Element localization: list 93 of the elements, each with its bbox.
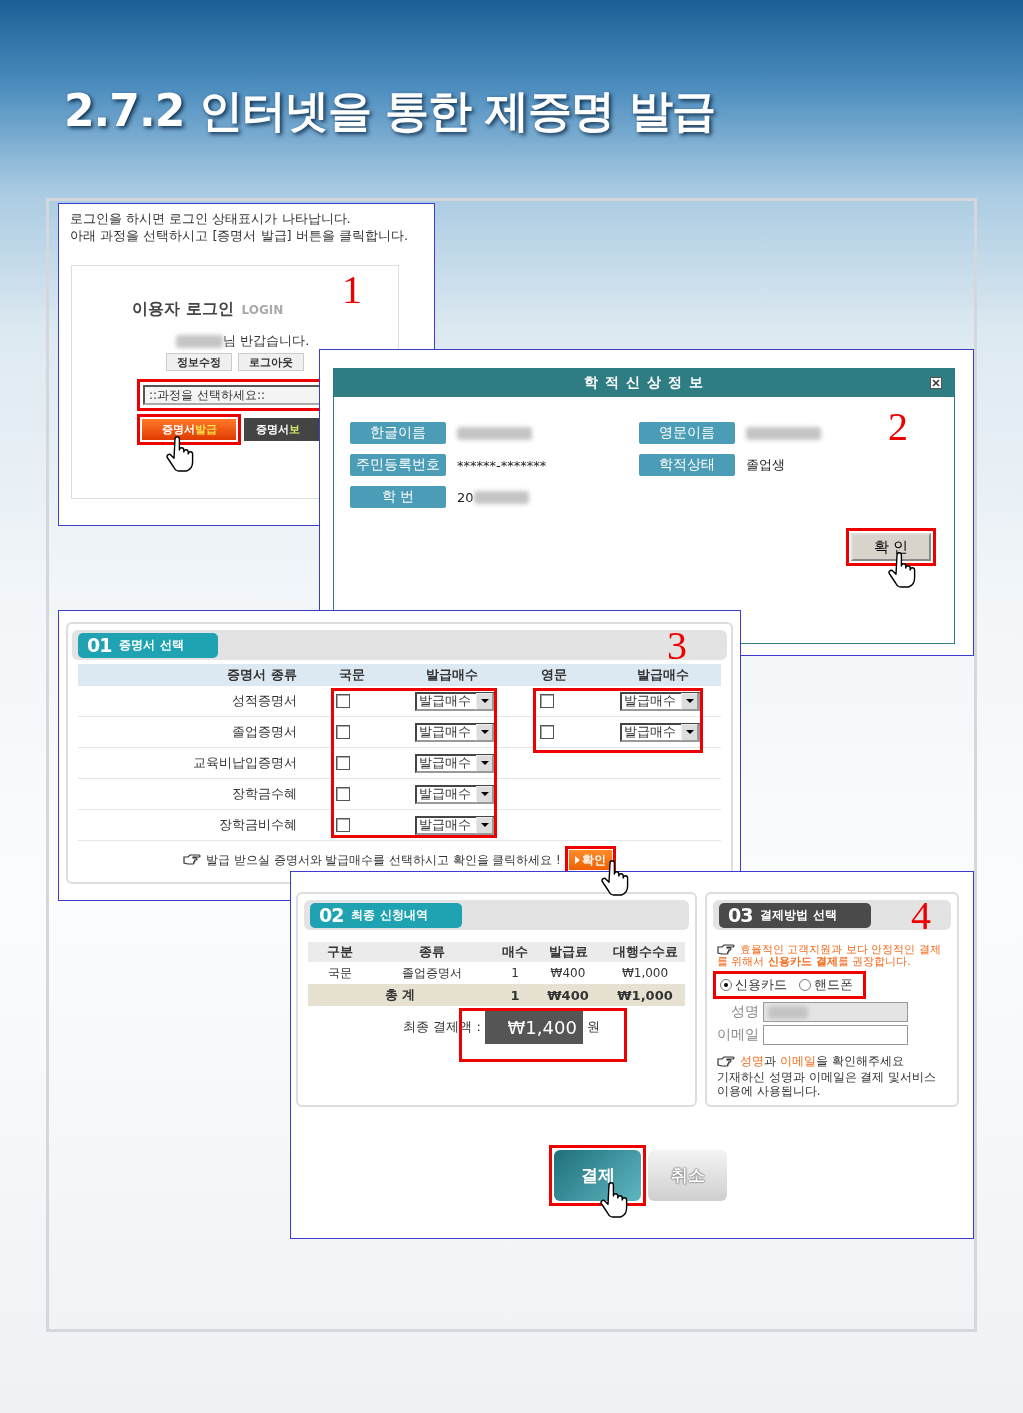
copies-dropdown[interactable]: 발급매수 <box>415 753 495 773</box>
column-header: 매수 <box>501 943 529 961</box>
section-number: 02 <box>319 904 344 926</box>
field-label: 주민등록번호 <box>350 454 446 476</box>
column-header: 종류 <box>418 943 446 961</box>
login-subheading: LOGIN <box>241 303 284 317</box>
section-number: 03 <box>728 904 753 926</box>
column-header: 증명서 종류 <box>226 666 298 684</box>
instruction-text: 발급 받으실 증명서와 발급매수를 선택하시고 확인을 클릭하세요 ! <box>183 852 561 868</box>
field-value: 20 <box>457 489 474 505</box>
caret-icon <box>480 730 489 734</box>
hand-cursor-icon <box>166 436 196 474</box>
check-note: 성명과 이메일을 확인해주세요 <box>713 1053 951 1070</box>
field-label: 이메일 <box>716 1026 759 1044</box>
copies-dropdown[interactable]: 발급매수 <box>620 691 700 711</box>
field-value: 졸업생 <box>746 456 785 474</box>
hand-cursor-icon <box>888 552 918 590</box>
table-cell-text: ₩400 <box>549 966 587 980</box>
table-cell-text: 졸업증명서 <box>231 723 298 741</box>
radio-label: 신용카드 <box>735 976 787 994</box>
instruction-text: 아래 과정을 선택하시고 [증명서 발급] 버튼을 클릭합니다. <box>70 227 409 244</box>
checkbox[interactable] <box>336 694 350 708</box>
copies-dropdown[interactable]: 발급매수 <box>415 722 495 742</box>
pointing-hand-icon <box>183 854 203 866</box>
table-cell-text: 성적증명서 <box>231 692 298 710</box>
column-header: 국문 <box>337 666 366 684</box>
copies-dropdown[interactable]: 발급매수 <box>620 722 700 742</box>
step-number: 3 <box>667 626 687 666</box>
copies-dropdown[interactable]: 발급매수 <box>415 691 495 711</box>
table-cell-text: 장학금수혜 <box>231 785 298 803</box>
table-cell-text: 졸업증명서 <box>401 964 463 982</box>
field-label: 학 번 <box>350 486 446 508</box>
copies-dropdown[interactable]: 발급매수 <box>415 815 495 835</box>
total-amount: ₩1,400 <box>484 1010 583 1044</box>
caret-icon <box>480 699 489 703</box>
greeting-text: 님 반갑습니다. <box>223 332 310 350</box>
triangle-icon <box>574 856 580 864</box>
currency-unit: 원 <box>586 1018 600 1036</box>
column-header: 구분 <box>326 943 354 961</box>
caret-icon <box>685 730 694 734</box>
checkbox[interactable] <box>336 725 350 739</box>
checkbox[interactable] <box>336 818 350 832</box>
table-cell-text: 1 <box>510 966 520 980</box>
account-button[interactable]: 정보수정 <box>166 353 232 371</box>
table-cell-text: ₩1,000 <box>616 987 674 1003</box>
field-label: 학적상태 <box>639 454 735 476</box>
table-cell-text: ₩400 <box>546 987 590 1003</box>
checkbox[interactable] <box>336 756 350 770</box>
table-cell-text: 장학금비수혜 <box>218 816 298 834</box>
pointing-hand-icon <box>717 1055 736 1068</box>
caret-icon <box>480 761 489 765</box>
field-label: 성명 <box>730 1003 759 1021</box>
column-header: 발급매수 <box>636 666 690 684</box>
section-number: 01 <box>87 634 112 656</box>
checkbox[interactable] <box>540 694 554 708</box>
caret-icon <box>480 792 489 796</box>
close-icon <box>930 377 942 389</box>
table-cell-text: 1 <box>509 987 521 1003</box>
dialog-title: 학 적 신 상 정 보 <box>584 374 704 392</box>
section-title: 결제방법 선택 <box>760 906 837 924</box>
instruction-text: 로그인을 하시면 로그인 상태표시가 나타납니다. <box>70 210 351 227</box>
radio-label: 핸드폰 <box>814 976 853 994</box>
column-header: 발급매수 <box>424 666 479 684</box>
caret-icon <box>480 823 489 827</box>
step-number: 1 <box>342 270 362 310</box>
radio-button[interactable] <box>720 979 732 991</box>
radio-button[interactable] <box>799 979 811 991</box>
slide-title: 2.7.2 인터넷을 통한 제증명 발급 <box>64 84 715 138</box>
section-title: 증명서 선택 <box>119 636 184 654</box>
section-title: 최종 신청내역 <box>351 906 428 924</box>
column-header: 대행수수료 <box>611 943 679 961</box>
hand-cursor-icon <box>600 1182 630 1220</box>
field-label: 영문이름 <box>639 422 735 444</box>
usage-note: 기재하신 성명과 이메일은 결제 및서비스 이용에 사용됩니다. <box>716 1070 938 1098</box>
table-cell-text: 교육비납입증명서 <box>192 754 298 772</box>
pointing-hand-icon <box>717 944 736 956</box>
table-cell-text: ₩1,000 <box>620 966 670 980</box>
table-cell-text: 국문 <box>327 964 353 982</box>
input-field[interactable] <box>763 1025 908 1045</box>
step-number: 2 <box>888 407 908 447</box>
column-header: 영문 <box>540 666 568 684</box>
field-value: ******-******* <box>457 457 547 473</box>
copies-dropdown[interactable]: 발급매수 <box>415 784 495 804</box>
field-label: 한글이름 <box>350 422 446 444</box>
login-heading: 이용자 로그인 <box>132 299 234 320</box>
checkbox[interactable] <box>336 787 350 801</box>
notice-text: 효율적인 고객지원과 보다 안정적인 결제를 위해서 신용카드 결제를 권장합니다. <box>716 944 942 968</box>
table-cell-text: 총 계 <box>383 986 417 1004</box>
caret-icon <box>685 699 694 703</box>
step-number: 4 <box>911 896 931 936</box>
checkbox[interactable] <box>540 725 554 739</box>
column-header: 발급료 <box>547 943 589 961</box>
account-button[interactable]: 로그아웃 <box>238 353 304 371</box>
